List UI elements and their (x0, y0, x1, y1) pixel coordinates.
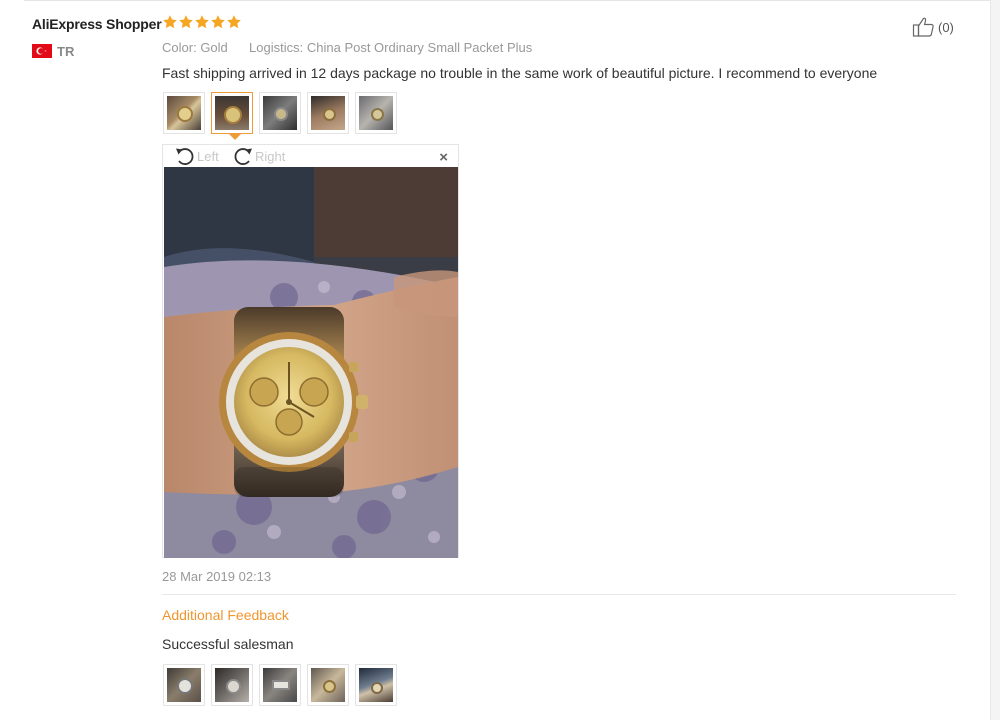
review-thumbnail[interactable] (259, 92, 301, 134)
additional-feedback-text: Successful salesman (162, 636, 294, 652)
rotate-left-icon (176, 148, 194, 165)
star-icon (211, 15, 225, 29)
review-photo-strip (163, 92, 397, 140)
additional-thumbnail[interactable] (211, 664, 253, 706)
helpful-count: (0) (938, 19, 954, 35)
review-thumbnail[interactable] (163, 92, 205, 134)
viewer-toolbar: Left Right × (163, 145, 458, 167)
photo-viewer: Left Right × (162, 144, 459, 558)
color-value: Gold (200, 40, 228, 55)
additional-thumbnail[interactable] (355, 664, 397, 706)
logistics-value: China Post Ordinary Small Packet Plus (306, 40, 533, 55)
additional-feedback-title: Additional Feedback (162, 607, 289, 623)
logistics-label: Logistics: (249, 40, 304, 55)
star-icon (195, 15, 209, 29)
additional-photo-strip (163, 664, 397, 706)
review-thumbnail[interactable] (307, 92, 349, 134)
additional-thumbnail[interactable] (259, 664, 301, 706)
review-thumbnail[interactable] (355, 92, 397, 134)
rotate-right-icon (234, 148, 252, 165)
additional-thumbnail[interactable] (163, 664, 205, 706)
thumbs-up-icon (912, 17, 934, 37)
review-text: Fast shipping arrived in 12 days package… (162, 65, 878, 81)
review-date: 28 Mar 2019 02:13 (162, 569, 272, 584)
order-attributes: Color: Gold Logistics: China Post Ordina… (162, 40, 532, 55)
star-icon (227, 15, 241, 29)
turkey-flag-icon (32, 44, 52, 58)
additional-thumbnail[interactable] (307, 664, 349, 706)
review-thumbnail-selected[interactable] (211, 92, 253, 140)
rotate-right-button[interactable]: Right (231, 145, 285, 167)
star-rating (162, 14, 242, 30)
color-label: Color: (162, 40, 197, 55)
section-divider (162, 594, 956, 595)
helpful-button[interactable]: (0) (912, 16, 954, 38)
rotate-left-label: Left (197, 148, 219, 164)
rotate-left-button[interactable]: Left (173, 145, 219, 167)
close-icon[interactable]: × (439, 149, 448, 166)
star-icon (179, 15, 193, 29)
reviewer-name: AliExpress Shopper (32, 16, 162, 32)
top-divider (24, 0, 990, 1)
scrollbar[interactable] (990, 0, 1000, 720)
reviewer-country: TR (57, 44, 75, 59)
star-icon (163, 15, 177, 29)
rotate-right-label: Right (255, 148, 286, 164)
review-photo-large (164, 167, 458, 558)
